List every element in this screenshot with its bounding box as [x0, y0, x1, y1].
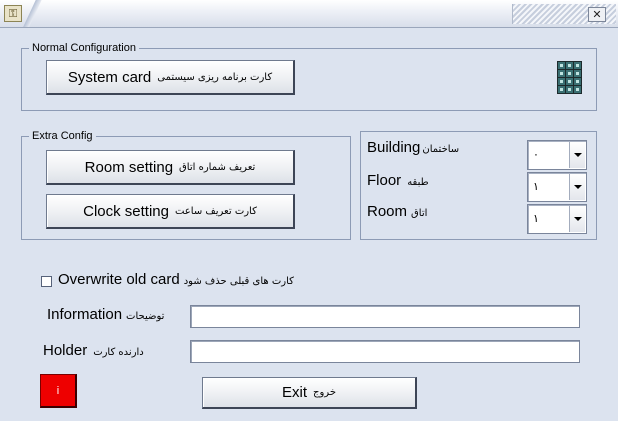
- information-input[interactable]: [190, 305, 580, 328]
- holder-label-fa: دارنده کارت: [93, 347, 144, 358]
- holder-label-en: Holder: [43, 342, 88, 359]
- room-select[interactable]: ۱: [527, 204, 587, 234]
- building-select[interactable]: ۰: [527, 140, 587, 170]
- overwrite-label-en: Overwrite old card: [58, 271, 180, 288]
- exit-button[interactable]: Exit خروج: [202, 377, 417, 409]
- status-indicator-label: i: [56, 384, 60, 397]
- information-label: Information توضیحات: [47, 306, 164, 323]
- overwrite-checkbox[interactable]: [41, 276, 52, 287]
- room-label-fa: اتاق: [411, 208, 428, 219]
- system-card-label: System card: [67, 68, 152, 86]
- floor-value: ۱: [533, 180, 539, 193]
- key-icon[interactable]: ⚿: [4, 5, 22, 22]
- information-label-en: Information: [47, 306, 123, 323]
- clock-setting-label-fa: کارت تعریف ساعت: [174, 205, 257, 217]
- system-card-label-fa: کارت برنامه ریزی سیستمی: [157, 71, 273, 83]
- system-card-button[interactable]: System card کارت برنامه ریزی سیستمی: [46, 60, 295, 95]
- overwrite-label: Overwrite old card کارت های قبلی حذف شود: [58, 271, 294, 288]
- building-label-en: Building: [367, 139, 421, 156]
- exit-label: Exit: [282, 384, 308, 401]
- normal-configuration-label: Normal Configuration: [29, 41, 139, 55]
- building-value: ۰: [533, 148, 539, 161]
- room-setting-button[interactable]: Room setting تعریف شماره اتاق: [46, 150, 295, 185]
- room-value: ۱: [533, 212, 539, 225]
- building-label-fa: ساختمان: [422, 144, 460, 155]
- floor-label: Floor طبقه: [367, 172, 429, 189]
- chevron-down-icon[interactable]: [569, 174, 585, 200]
- title-bar: ⚿ ✕: [0, 0, 618, 28]
- extra-config-label: Extra Config: [29, 129, 96, 143]
- clock-setting-button[interactable]: Clock setting کارت تعریف ساعت: [46, 194, 295, 229]
- close-icon: ✕: [592, 8, 602, 21]
- keypad-icon: [557, 61, 582, 94]
- room-setting-label-fa: تعریف شماره اتاق: [179, 161, 256, 173]
- holder-input[interactable]: [190, 340, 580, 363]
- status-indicator-button[interactable]: i: [40, 374, 77, 408]
- exit-label-fa: خروج: [313, 387, 336, 398]
- chevron-down-icon[interactable]: [569, 142, 585, 168]
- overwrite-label-fa: کارت های قبلی حذف شود: [183, 276, 294, 287]
- clock-setting-label: Clock setting: [83, 202, 169, 220]
- room-label-en: Room: [367, 203, 408, 220]
- floor-label-en: Floor: [367, 172, 402, 189]
- holder-label: Holder دارنده کارت: [43, 342, 144, 359]
- floor-select[interactable]: ۱: [527, 172, 587, 202]
- room-label: Room اتاق: [367, 203, 427, 220]
- building-label: Building ساختمان: [367, 139, 459, 156]
- close-button[interactable]: ✕: [588, 7, 606, 22]
- information-label-fa: توضیحات: [126, 311, 165, 322]
- room-setting-label: Room setting: [84, 158, 174, 176]
- floor-label-fa: طبقه: [407, 177, 429, 188]
- chevron-down-icon[interactable]: [569, 206, 585, 232]
